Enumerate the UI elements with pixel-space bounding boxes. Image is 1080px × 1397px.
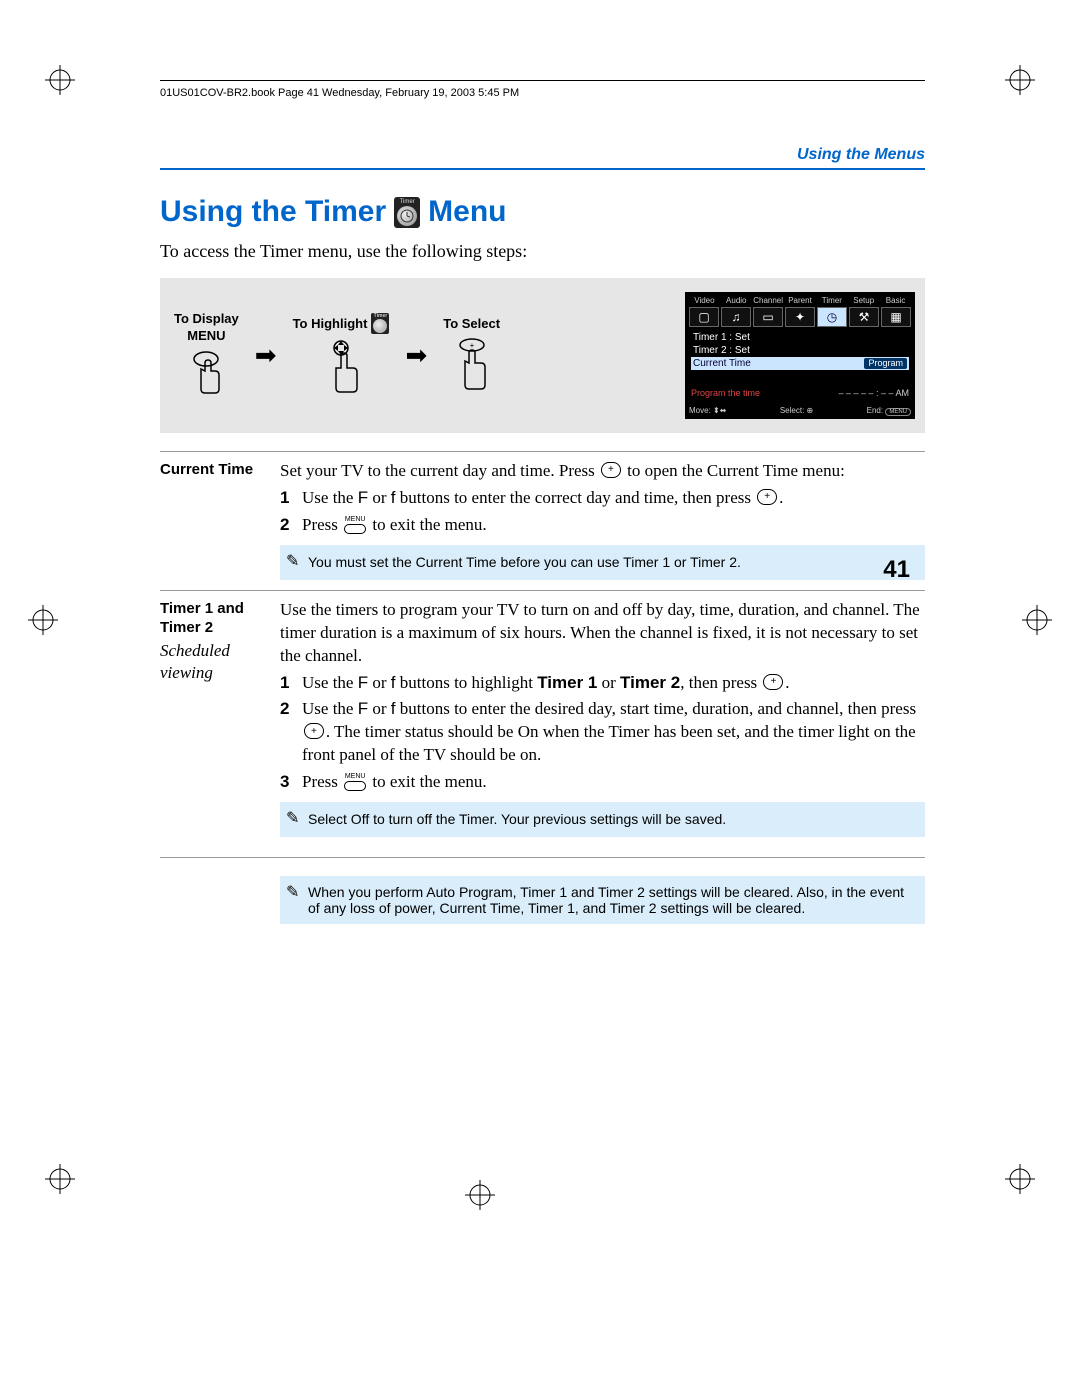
arrow-icon: ➡ <box>255 341 277 371</box>
timer-icon: Timer <box>394 197 420 228</box>
current-time-desc: Set your TV to the current day and time.… <box>280 461 845 480</box>
title-part2: Menu <box>428 195 506 229</box>
timer-icon: ◷ <box>817 307 847 327</box>
label-timers: Timer 1 and Timer 2 <box>160 600 244 637</box>
step-select: To Select + <box>443 316 500 396</box>
timer-desc: Use the timers to program your TV to tur… <box>280 600 920 665</box>
header-rule: 01US01COV-BR2.book Page 41 Wednesday, Fe… <box>160 80 925 81</box>
label-current-time: Current Time <box>160 460 280 590</box>
basic-icon: ▦ <box>881 307 911 327</box>
enter-icon: + <box>757 489 777 505</box>
menu-button-icon: MENU <box>344 773 366 791</box>
section-rule <box>160 168 925 170</box>
enter-icon: + <box>601 462 621 478</box>
menu-button-icon: MENU <box>344 516 366 534</box>
steps-panel: To Display MENU ➡ To Highlight Timer ➡ T… <box>160 278 925 433</box>
setup-icon: ⚒ <box>849 307 879 327</box>
header-text: 01US01COV-BR2.book Page 41 Wednesday, Fe… <box>160 87 519 99</box>
video-icon: ▢ <box>689 307 719 327</box>
step-highlight: To Highlight Timer <box>293 313 390 399</box>
hand-icon: + <box>447 337 497 396</box>
step-display: To Display MENU <box>174 311 239 400</box>
note-timer-off: Select Off to turn off the Timer. Your p… <box>280 802 925 837</box>
timer-section: Timer 1 and Timer 2 Scheduled viewing Us… <box>160 590 925 847</box>
page-number: 41 <box>883 556 910 584</box>
note-auto-program-wrap: When you perform Auto Program, Timer 1 a… <box>160 857 925 924</box>
intro-text: To access the Timer menu, use the follow… <box>160 241 990 262</box>
hand-icon <box>181 349 231 400</box>
osd-screenshot: Video Audio Channel Parent Timer Setup B… <box>685 292 915 419</box>
svg-text:+: + <box>469 341 474 350</box>
current-time-section: Current Time Set your TV to the current … <box>160 451 925 590</box>
section-header: Using the Menus <box>95 146 925 164</box>
channel-icon: ▭ <box>753 307 783 327</box>
label-scheduled: Scheduled viewing <box>160 640 280 684</box>
page-title: Using the Timer Timer Menu <box>160 195 990 229</box>
audio-icon: ♫ <box>721 307 751 327</box>
note-current-time: You must set the Current Time before you… <box>280 545 925 580</box>
clock-icon: Timer <box>371 313 389 334</box>
parent-icon: ✦ <box>785 307 815 327</box>
enter-icon: + <box>304 723 324 739</box>
note-auto-program: When you perform Auto Program, Timer 1 a… <box>280 876 925 924</box>
enter-icon: + <box>763 674 783 690</box>
hand-icon <box>311 340 371 399</box>
arrow-icon: ➡ <box>405 341 427 371</box>
title-part1: Using the Timer <box>160 195 386 229</box>
